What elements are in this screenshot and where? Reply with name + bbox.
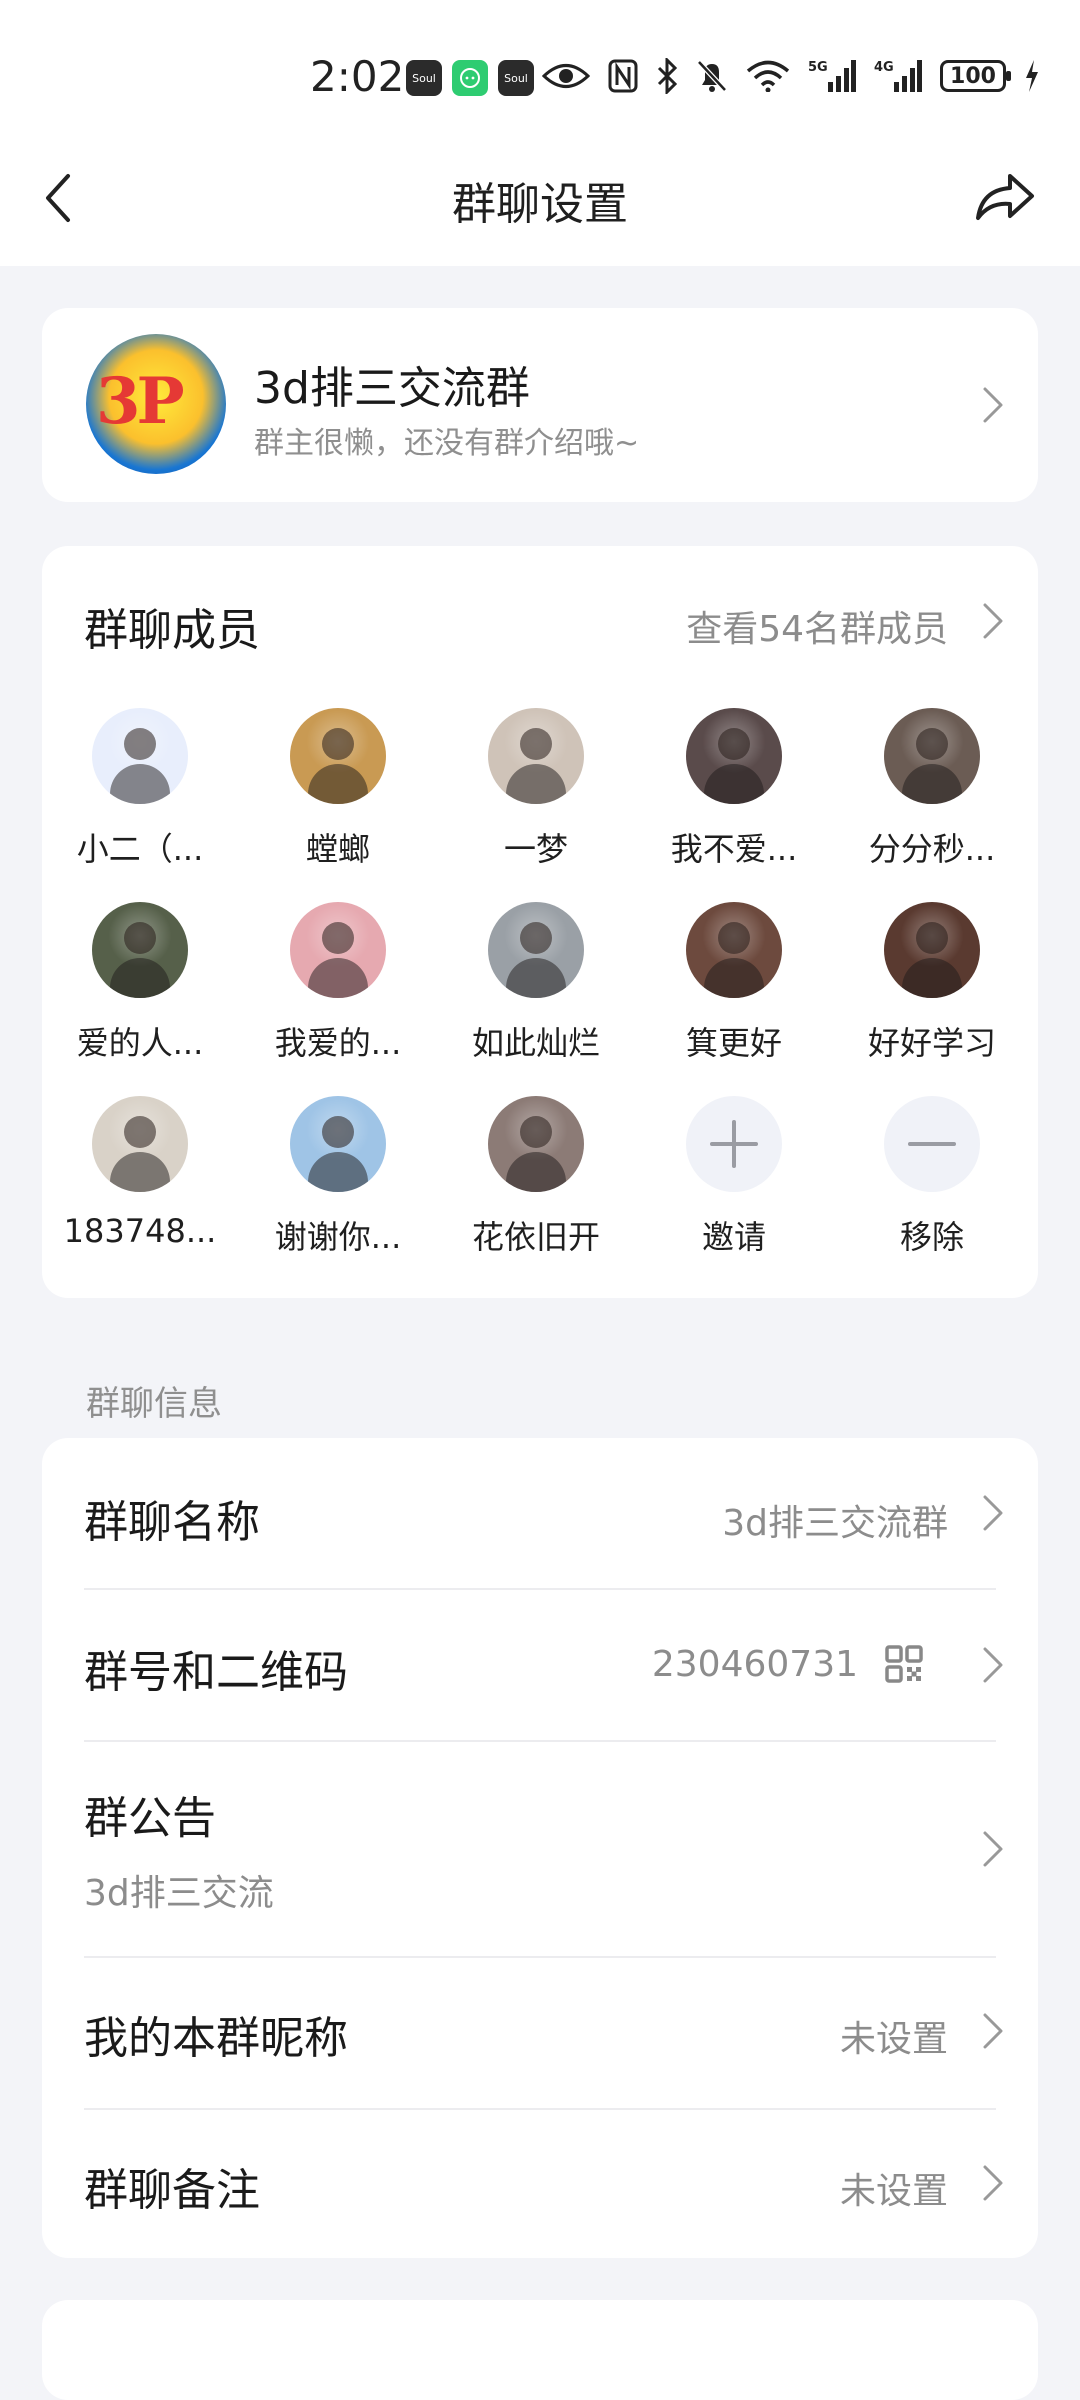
signal-4g-icon: 4G <box>874 60 922 92</box>
wechat-app-icon <box>452 60 488 96</box>
member-name: 183748... <box>63 1212 217 1250</box>
chevron-right-icon <box>983 1831 1003 1867</box>
minus-icon <box>884 1096 980 1192</box>
section-label-group-info: 群聊信息 <box>86 1384 222 1424</box>
battery-level: 100 <box>950 63 996 89</box>
member-avatar <box>290 1096 386 1192</box>
member-item[interactable]: 好好学习 <box>834 902 1030 1064</box>
row-group-name[interactable]: 群聊名称 3d排三交流群 <box>42 1438 1038 1588</box>
member-name: 花依旧开 <box>471 1218 600 1256</box>
next-settings-card <box>42 2300 1038 2400</box>
nickname-label: 我的本群昵称 <box>84 2013 348 2064</box>
wifi-icon <box>746 60 790 92</box>
status-icons: 5G 4G 100 <box>542 58 1040 94</box>
group-name-value: 3d排三交流群 <box>722 1503 948 1544</box>
charging-icon <box>1026 60 1038 92</box>
member-avatar <box>290 708 386 804</box>
member-name: 谢谢你... <box>274 1218 402 1256</box>
members-card: 群聊成员 查看54名群成员 小二（... 螳螂 一梦 我不爱... 分分秒... 爱的人.… <box>42 546 1038 1298</box>
invite-member-button[interactable]: 邀请 <box>636 1096 832 1258</box>
view-all-members-link[interactable]: 查看54名群成员 <box>686 600 948 652</box>
svg-text:5G: 5G <box>808 60 828 75</box>
member-avatar <box>884 708 980 804</box>
member-avatar <box>290 902 386 998</box>
member-item[interactable]: 我爱的... <box>240 902 436 1064</box>
signal-5g-icon: 5G <box>808 60 856 92</box>
chevron-right-icon <box>983 1647 1003 1683</box>
invite-label: 邀请 <box>701 1218 766 1256</box>
member-item[interactable]: 一梦 <box>438 708 634 870</box>
member-item[interactable]: 分分秒... <box>834 708 1030 870</box>
members-title: 群聊成员 <box>84 605 260 656</box>
member-avatar <box>488 708 584 804</box>
member-name: 我爱的... <box>274 1024 402 1062</box>
row-group-id-qrcode[interactable]: 群号和二维码 230460731 <box>42 1590 1038 1740</box>
member-name: 一梦 <box>503 830 568 868</box>
row-announcement[interactable]: 群公告 3d排三交流 <box>42 1742 1038 1956</box>
soul-app-icon-2: Soul <box>498 60 534 96</box>
soul-app-icon: Soul <box>406 60 442 96</box>
group-name-label: 群聊名称 <box>84 1497 260 1548</box>
remove-label: 移除 <box>899 1218 964 1256</box>
member-avatar <box>488 902 584 998</box>
page-title: 群聊设置 <box>452 179 628 230</box>
status-time: 2:02 <box>310 52 405 101</box>
remove-member-button[interactable]: 移除 <box>834 1096 1030 1258</box>
member-avatar <box>488 1096 584 1192</box>
remark-value: 未设置 <box>839 2171 948 2212</box>
member-name: 分分秒... <box>868 830 996 868</box>
member-item[interactable]: 爱的人... <box>42 902 238 1064</box>
nfc-icon <box>608 59 638 93</box>
member-name: 爱的人... <box>76 1024 204 1062</box>
group-description: 群主很懒，还没有群介绍哦~ <box>254 426 640 461</box>
qrcode-icon <box>885 1645 923 1683</box>
announcement-label: 群公告 <box>84 1793 216 1844</box>
member-avatar <box>686 902 782 998</box>
member-avatar <box>92 708 188 804</box>
group-info-card[interactable]: 3P 3d排三交流群 群主很懒，还没有群介绍哦~ <box>42 308 1038 502</box>
member-name: 如此灿烂 <box>471 1024 600 1062</box>
group-info-list: 群聊名称 3d排三交流群 群号和二维码 230460731 群公告 3d排三交流… <box>42 1438 1038 2258</box>
member-avatar <box>92 902 188 998</box>
row-group-remark[interactable]: 群聊备注 未设置 <box>42 2110 1038 2258</box>
member-item[interactable]: 如此灿烂 <box>438 902 634 1064</box>
announcement-value: 3d排三交流 <box>84 1873 274 1914</box>
group-name: 3d排三交流群 <box>254 363 530 414</box>
member-item[interactable]: 螳螂 <box>240 708 436 870</box>
battery-icon: 100 <box>940 60 1011 92</box>
chevron-right-icon <box>983 2165 1003 2201</box>
member-item[interactable]: 183748... <box>42 1096 238 1250</box>
member-name: 小二（... <box>76 830 204 868</box>
group-avatar: 3P <box>86 334 226 474</box>
member-name: 箕更好 <box>685 1024 782 1062</box>
bluetooth-icon <box>657 58 678 94</box>
remark-label: 群聊备注 <box>84 2165 260 2216</box>
chevron-right-icon <box>983 2013 1003 2049</box>
row-my-nickname[interactable]: 我的本群昵称 未设置 <box>42 1958 1038 2108</box>
member-item[interactable]: 花依旧开 <box>438 1096 634 1258</box>
member-item[interactable]: 小二（... <box>42 708 238 870</box>
member-name: 螳螂 <box>305 830 370 868</box>
chevron-right-icon <box>983 1495 1003 1531</box>
nickname-value: 未设置 <box>839 2019 948 2060</box>
chevron-right-icon <box>983 603 1003 639</box>
svg-text:4G: 4G <box>874 60 894 75</box>
member-avatar <box>92 1096 188 1192</box>
plus-icon <box>686 1096 782 1192</box>
group-id-value: 230460731 <box>651 1644 858 1685</box>
member-avatar <box>884 902 980 998</box>
mute-bell-icon <box>697 60 727 92</box>
member-item[interactable]: 谢谢你... <box>240 1096 436 1258</box>
share-icon[interactable] <box>972 168 1036 228</box>
member-avatar <box>686 708 782 804</box>
member-item[interactable]: 箕更好 <box>636 902 832 1064</box>
group-id-label: 群号和二维码 <box>84 1647 348 1698</box>
member-name: 好好学习 <box>867 1024 996 1062</box>
member-item[interactable]: 我不爱... <box>636 708 832 870</box>
member-name: 我不爱... <box>670 830 798 868</box>
eye-icon <box>542 64 590 88</box>
chevron-right-icon <box>983 387 1003 423</box>
status-bar: 2:02 Soul Soul 5G 4G 100 <box>0 0 1080 160</box>
